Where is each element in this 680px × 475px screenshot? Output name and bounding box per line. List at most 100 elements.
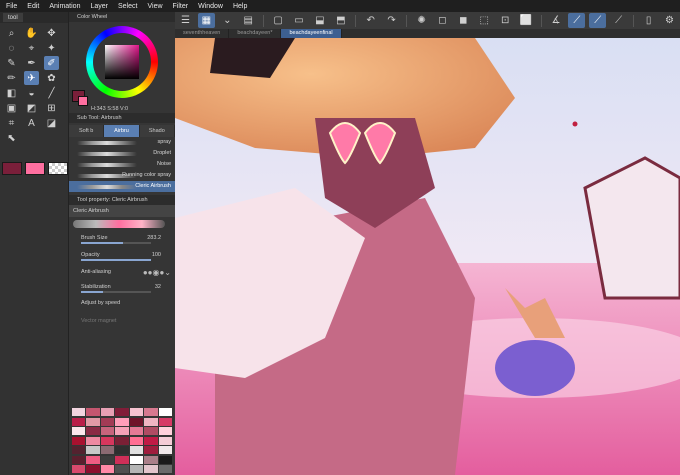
open-folder-icon[interactable]: ▭ (291, 13, 308, 28)
document-tab[interactable]: seventhheaven (175, 29, 230, 38)
ruler-snap-icon[interactable]: ∡ (548, 13, 565, 28)
menu-window[interactable]: Window (193, 3, 228, 10)
airbrush-icon[interactable]: ✈ (24, 71, 39, 85)
color-wheel[interactable] (69, 22, 175, 106)
snap-grid-icon[interactable]: ⟋ (610, 13, 627, 28)
palette-swatch[interactable] (86, 436, 100, 445)
palette-swatch[interactable] (115, 446, 129, 455)
palette-swatch[interactable] (100, 427, 115, 436)
menu-select[interactable]: Select (113, 3, 142, 10)
palette-swatch[interactable] (72, 446, 86, 455)
decoration-icon[interactable]: ✿ (44, 71, 59, 85)
crop-icon[interactable]: ⊡ (497, 13, 514, 28)
pen-icon[interactable]: ✒ (24, 56, 39, 70)
palette-swatch[interactable] (144, 427, 158, 436)
palette-swatch[interactable] (158, 417, 172, 426)
stabilization-value[interactable]: 32 (155, 284, 161, 290)
palette-swatch[interactable] (158, 465, 172, 474)
palette-swatch[interactable] (100, 408, 115, 416)
palette-swatch[interactable] (86, 417, 100, 426)
opacity-row[interactable]: Opacity 100 (69, 249, 175, 261)
palette-swatch[interactable] (100, 446, 115, 455)
saturation-value-square[interactable] (105, 45, 139, 79)
stabilization-row[interactable]: Stabilization 32 (69, 281, 175, 293)
palette-swatch[interactable] (72, 417, 86, 426)
pencil-icon[interactable]: ✏ (4, 71, 19, 85)
redo-icon[interactable]: ↷ (383, 13, 400, 28)
palette-swatch[interactable] (129, 427, 144, 436)
palette-swatch[interactable] (144, 417, 158, 426)
gallery-icon[interactable]: ▤ (240, 13, 257, 28)
clear-icon[interactable]: ◻ (434, 13, 451, 28)
palette-swatch[interactable] (72, 427, 86, 436)
menu-file[interactable]: File (0, 3, 22, 10)
transparent-color-swatch[interactable] (48, 162, 68, 175)
palette-swatch[interactable] (100, 436, 115, 445)
balloon-icon[interactable]: ◪ (44, 116, 59, 130)
settings-icon[interactable]: ⚙ (661, 13, 678, 28)
display-mode-icon[interactable]: ▦ (197, 13, 215, 28)
eyedropper-icon[interactable]: ✎ (4, 56, 19, 70)
brush-item[interactable]: Noise (69, 159, 175, 170)
frame-icon[interactable]: ⌗ (4, 116, 19, 130)
brush-icon[interactable]: ✐ (44, 56, 59, 70)
blend-icon[interactable]: ◒ (24, 86, 39, 100)
brush-size-value[interactable]: 283.2 (147, 235, 161, 241)
move-icon[interactable]: ✥ (44, 26, 59, 40)
opacity-value[interactable]: 100 (152, 252, 161, 258)
hand-icon[interactable]: ✋ (24, 26, 39, 40)
palette-swatch[interactable] (129, 417, 144, 426)
hamburger-icon[interactable]: ☰ (177, 13, 194, 28)
palette-swatch[interactable] (115, 455, 129, 464)
palette-swatch[interactable] (115, 436, 129, 445)
palette-swatch[interactable] (115, 417, 129, 426)
palette-swatch[interactable] (86, 465, 100, 474)
palette-swatch[interactable] (100, 455, 115, 464)
palette-swatch[interactable] (158, 427, 172, 436)
menu-animation[interactable]: Animation (44, 3, 85, 10)
transform-icon[interactable]: ⬚ (476, 13, 493, 28)
sub-tool-tab[interactable]: Airbru (104, 125, 140, 137)
palette-swatch[interactable] (129, 465, 144, 474)
brush-item[interactable]: Cleric Airbrush (69, 181, 175, 192)
palette-swatch[interactable] (86, 455, 100, 464)
fill-icon[interactable]: ▣ (4, 101, 19, 115)
palette-swatch[interactable] (158, 446, 172, 455)
document-tab[interactable]: beachdayeenfinal (281, 29, 342, 38)
palette-swatch[interactable] (129, 455, 144, 464)
brush-item[interactable]: spray (69, 137, 175, 148)
text-icon[interactable]: A (24, 116, 39, 130)
snap-icon[interactable]: ⟋ (568, 13, 586, 28)
export-icon[interactable]: ⬒ (332, 13, 349, 28)
new-file-icon[interactable]: ▢ (270, 13, 287, 28)
palette-swatch[interactable] (144, 446, 158, 455)
operation-icon[interactable]: ⬉ (4, 131, 19, 145)
palette-swatch[interactable] (129, 436, 144, 445)
tool-tab[interactable]: tool (3, 13, 23, 22)
brush-item[interactable]: Droplet (69, 148, 175, 159)
phone-icon[interactable]: ▯ (640, 13, 657, 28)
menu-filter[interactable]: Filter (168, 3, 194, 10)
menu-view[interactable]: View (142, 3, 167, 10)
palette-swatch[interactable] (86, 427, 100, 436)
brush-size-row[interactable]: Brush Size 283.2 (69, 232, 175, 244)
palette-swatch[interactable] (158, 436, 172, 445)
menu-layer[interactable]: Layer (85, 3, 113, 10)
artwork-canvas[interactable] (175, 38, 680, 475)
ruler-icon[interactable]: ⊞ (44, 101, 59, 115)
brush-item[interactable]: Running color spray (69, 170, 175, 181)
anti-aliasing-row[interactable]: Anti-aliasing ●●◉●⌄ (69, 266, 175, 278)
menu-help[interactable]: Help (228, 3, 252, 10)
palette-swatch[interactable] (144, 465, 158, 474)
palette-swatch[interactable] (129, 446, 144, 455)
opacity-slider[interactable] (81, 259, 151, 261)
main-color-swatch[interactable] (2, 162, 22, 175)
wand-icon[interactable]: ✦ (44, 41, 59, 55)
palette-swatch[interactable] (158, 408, 172, 416)
palette-swatch[interactable] (86, 408, 100, 416)
line-icon[interactable]: ╱ (44, 86, 59, 100)
palette-swatch[interactable] (72, 455, 86, 464)
save-icon[interactable]: ⬓ (311, 13, 328, 28)
selection-icon[interactable]: ⬜ (518, 13, 535, 28)
fill-icon[interactable]: ◼ (455, 13, 472, 28)
